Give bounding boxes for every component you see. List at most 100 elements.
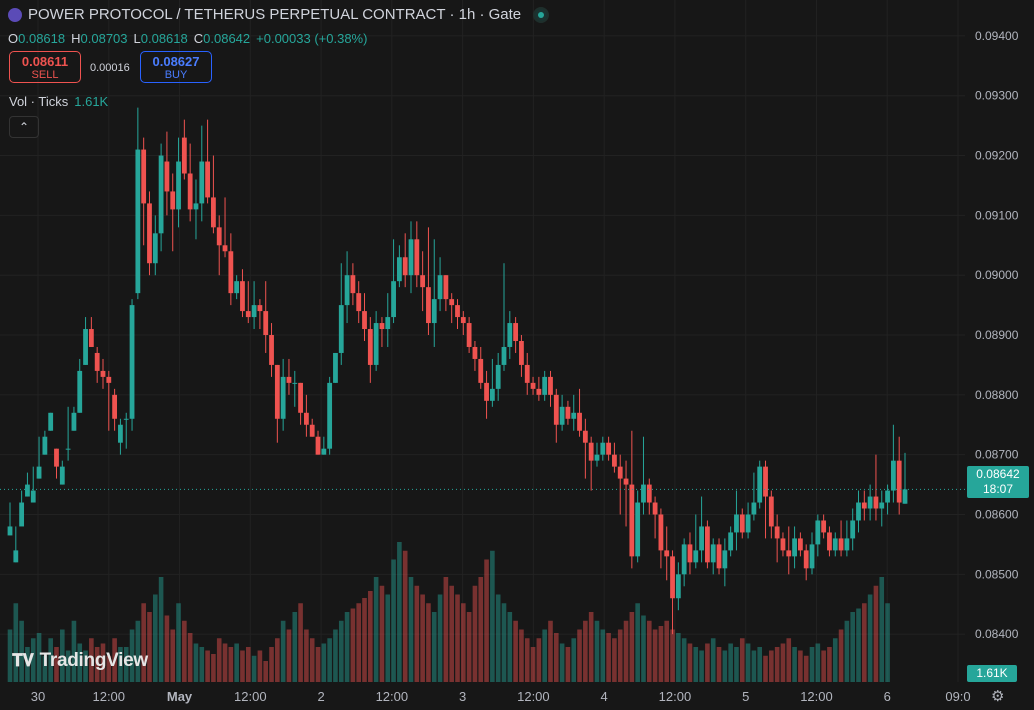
candle-body: [495, 364, 501, 389]
candle-body: [240, 281, 245, 312]
candle-body: [303, 412, 309, 425]
y-tick-label: 0.09300: [975, 89, 1019, 103]
buy-button[interactable]: 0.08627 BUY: [140, 51, 212, 83]
volume-bar: [885, 603, 890, 682]
volume-bar: [530, 647, 536, 682]
candle-body: [199, 161, 205, 204]
volume-bar: [594, 620, 600, 682]
settings-gear-icon[interactable]: ⚙: [991, 687, 1004, 705]
volume-bar: [275, 638, 280, 682]
ohlc-high-value: 0.08703: [80, 31, 128, 46]
candle-body: [617, 466, 623, 479]
candle-body: [30, 490, 36, 503]
collapse-legend-button[interactable]: ⌃: [9, 116, 39, 138]
price-chart[interactable]: 0.09400 0.09300 0.09200 0.09100 0.09000 0.089…: [0, 0, 1034, 710]
candle-body: [460, 317, 466, 324]
volume-bar: [240, 650, 245, 682]
volume-bar: [327, 638, 332, 682]
candle-body: [298, 382, 303, 413]
volume-bar: [629, 612, 635, 682]
volume-bar: [426, 603, 431, 682]
volume-legend[interactable]: Vol · Ticks 1.61K: [9, 94, 108, 109]
volume-bar: [292, 612, 298, 682]
volume-bar: [652, 629, 658, 682]
candle-body: [867, 496, 873, 509]
volume-bar: [205, 650, 210, 682]
tradingview-logo[interactable]: 𝐓𝐕 TradingView: [12, 650, 148, 672]
volume-bar: [164, 615, 170, 682]
candle-body: [635, 502, 641, 557]
candle-body: [19, 502, 25, 527]
volume-bar: [519, 629, 524, 682]
volume-bar: [379, 585, 385, 682]
volume-bar: [152, 594, 158, 682]
volume-bar: [832, 638, 838, 682]
candle-body: [792, 538, 797, 557]
candle-body: [402, 257, 408, 276]
candle-body: [112, 394, 118, 419]
candle-body: [693, 550, 699, 563]
volume-bar: [228, 647, 234, 682]
candle-body: [344, 275, 350, 306]
candle-body: [333, 352, 338, 383]
volume-bar: [199, 647, 205, 682]
candle-body: [234, 281, 240, 294]
candle-body: [879, 502, 885, 509]
symbol-title[interactable]: POWER PROTOCOL / TETHERUS PERPETUAL CONT…: [28, 6, 521, 23]
volume-bar: [739, 638, 745, 682]
candle-body: [675, 574, 681, 599]
candle-body: [501, 346, 507, 365]
volume-bar: [402, 550, 408, 682]
candle-body: [77, 370, 83, 413]
volume-bar: [623, 620, 629, 682]
candle-body: [88, 329, 94, 347]
candle-body: [710, 544, 716, 563]
volume-bar: [821, 650, 826, 682]
sell-button[interactable]: 0.08611 SELL: [9, 51, 81, 83]
volume-bar: [472, 585, 478, 682]
candle-body: [606, 442, 612, 455]
candle-body: [768, 496, 774, 527]
candle-body: [652, 502, 658, 515]
y-tick-label: 0.09100: [975, 208, 1019, 222]
candle-body: [484, 382, 489, 401]
x-tick-label: 5: [742, 689, 749, 704]
candle-body: [48, 412, 54, 431]
volume-bar: [838, 629, 844, 682]
volume-bar: [553, 633, 559, 682]
candle-body: [600, 442, 606, 455]
candle-body: [187, 173, 193, 210]
volume-bar: [187, 633, 193, 682]
volume-bar: [385, 594, 391, 682]
volume-bar: [158, 577, 164, 682]
candle-body: [885, 490, 890, 503]
candle-body: [699, 526, 704, 551]
x-tick-label: 2: [317, 689, 324, 704]
last-price-value: 0.08642: [976, 467, 1020, 481]
ohlc-change: +0.00033 (+0.38%): [256, 31, 368, 46]
candle-body: [396, 257, 402, 282]
ohlc-low-label: L: [133, 31, 141, 46]
volume-bar: [600, 629, 606, 682]
candle-body: [7, 526, 13, 536]
candle-body: [292, 382, 298, 384]
volume-bar: [792, 647, 797, 682]
volume-bar: [705, 643, 710, 682]
candle-body: [902, 489, 908, 504]
volume-bar: [867, 594, 873, 682]
candle-body: [338, 305, 344, 353]
y-tick-label: 0.09000: [975, 268, 1019, 282]
volume-bar: [774, 647, 780, 682]
volume-bar: [501, 603, 507, 682]
candle-body: [896, 460, 902, 503]
candle-body: [205, 161, 210, 198]
candle-body: [705, 526, 710, 563]
symbol-logo-icon: [8, 7, 22, 22]
volume-bar: [461, 603, 466, 682]
candle-body: [629, 484, 635, 557]
candle-body: [472, 346, 478, 359]
y-tick-label: 0.08800: [975, 388, 1019, 402]
candle-body: [646, 484, 652, 503]
candle-body: [367, 329, 373, 365]
candle-body: [426, 287, 431, 324]
